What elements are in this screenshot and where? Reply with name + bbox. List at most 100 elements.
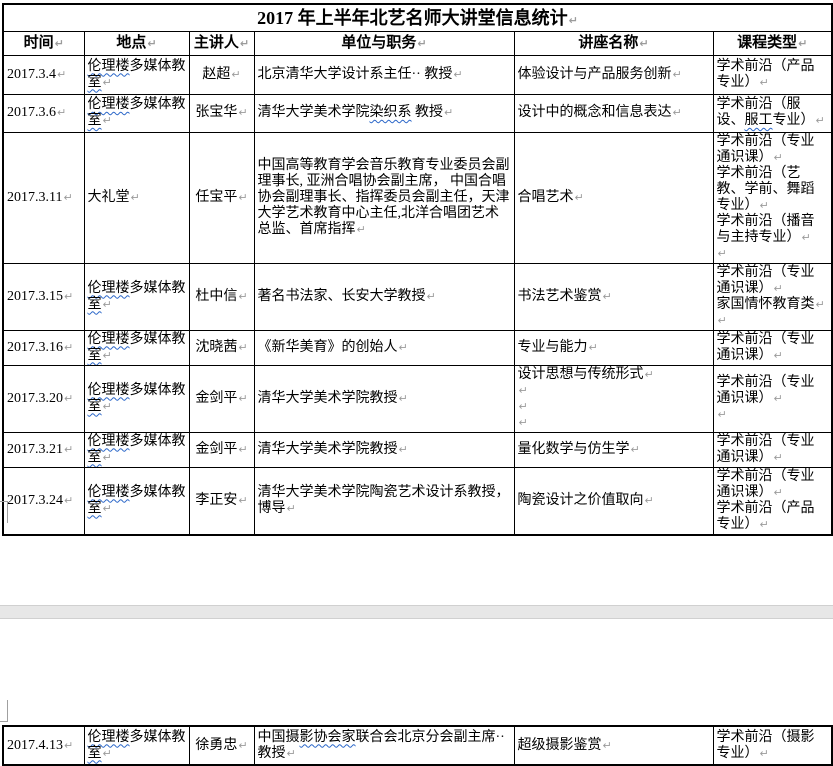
cell-location[interactable]: 伦理楼多媒体教室↵ bbox=[84, 55, 189, 94]
cell-lecture[interactable]: 书法艺术鉴赏↵ bbox=[514, 263, 713, 330]
paragraph-mark-icon: ↵ bbox=[773, 486, 783, 499]
cell-date[interactable]: 2017.3.15↵ bbox=[3, 263, 84, 330]
paragraph: 清华大学美术学院教授↵ bbox=[258, 442, 511, 458]
column-header[interactable]: 时间↵ bbox=[3, 31, 84, 55]
spellcheck-squiggle: 伦理楼 bbox=[88, 97, 130, 112]
cell-location[interactable]: 伦理楼多媒体教室↵ bbox=[84, 94, 189, 132]
column-header[interactable]: 地点↵ bbox=[84, 31, 189, 55]
page-break-separator bbox=[0, 605, 833, 619]
paragraph-mark-icon: ↵ bbox=[130, 191, 140, 204]
cell-course[interactable]: 学术前沿（专业通识课）↵ bbox=[713, 330, 832, 365]
cell-date[interactable]: 2017.3.20↵ bbox=[3, 365, 84, 432]
cell-speaker[interactable]: 李正安↵ bbox=[189, 467, 254, 535]
cell-unit[interactable]: 清华大学美术学院染织系 教授↵ bbox=[254, 94, 514, 132]
paragraph-mark-icon: ↵ bbox=[574, 191, 584, 204]
cell-speaker[interactable]: 徐勇忠↵ bbox=[189, 726, 254, 765]
paragraph-mark-icon: ↵ bbox=[773, 151, 783, 164]
column-header[interactable]: 单位与职务↵ bbox=[254, 31, 514, 55]
paragraph: 2017.3.21↵ bbox=[7, 442, 81, 458]
cell-date[interactable]: 2017.4.13↵ bbox=[3, 726, 84, 765]
column-header[interactable]: 课程类型↵ bbox=[713, 31, 832, 55]
paragraph-mark-icon: ↵ bbox=[815, 114, 825, 127]
cell-lecture[interactable]: 超级摄影鉴赏↵ bbox=[514, 726, 713, 765]
paragraph-mark-icon: ↵ bbox=[102, 747, 112, 760]
paragraph-mark-icon: ↵ bbox=[102, 114, 112, 127]
cell-unit[interactable]: 清华大学美术学院教授↵ bbox=[254, 365, 514, 432]
cell-speaker[interactable]: 杜中信↵ bbox=[189, 263, 254, 330]
cell-date[interactable]: 2017.3.4↵ bbox=[3, 55, 84, 94]
paragraph-mark-icon: ↵ bbox=[630, 443, 640, 456]
cell-date[interactable]: 2017.3.11↵ bbox=[3, 132, 84, 263]
paragraph: ↵ bbox=[518, 399, 710, 415]
cell-course[interactable]: 学术前沿（摄影专业）↵ bbox=[713, 726, 832, 765]
paragraph: 伦理楼多媒体教室↵ bbox=[88, 434, 186, 466]
paragraph-mark-icon: ↵ bbox=[230, 68, 240, 81]
paragraph: 2017.3.4↵ bbox=[7, 67, 81, 83]
paragraph: 学术前沿（专业通识课）↵ bbox=[717, 134, 829, 166]
cell-lecture[interactable]: 设计中的概念和信息表达↵ bbox=[514, 94, 713, 132]
paragraph: 著名书法家、长安大学教授↵ bbox=[258, 289, 511, 305]
paragraph-mark-icon: ↵ bbox=[237, 443, 247, 456]
cell-course[interactable]: 学术前沿（专业通识课）↵学术前沿（产品专业）↵ bbox=[713, 467, 832, 535]
cell-unit[interactable]: 中国高等教育学会音乐教育专业委员会副理事长, 亚洲合唱协会副主席， 中国合唱协会… bbox=[254, 132, 514, 263]
cell-lecture[interactable]: 体验设计与产品服务创新↵ bbox=[514, 55, 713, 94]
cell-course[interactable]: 学术前沿（服设、服工专业）↵ bbox=[713, 94, 832, 132]
cell-course[interactable]: 学术前沿（产品专业）↵ bbox=[713, 55, 832, 94]
cell-location[interactable]: 伦理楼多媒体教室↵ bbox=[84, 365, 189, 432]
document-title[interactable]: 2017 年上半年北艺名师大讲堂信息统计↵ bbox=[3, 4, 832, 31]
cell-speaker[interactable]: 任宝平↵ bbox=[189, 132, 254, 263]
cell-speaker[interactable]: 张宝华↵ bbox=[189, 94, 254, 132]
cell-speaker[interactable]: 沈晓茜↵ bbox=[189, 330, 254, 365]
cell-date[interactable]: 2017.3.24↵ bbox=[3, 467, 84, 535]
paragraph: 设计中的概念和信息表达↵ bbox=[518, 105, 710, 121]
paragraph: 2017.3.24↵ bbox=[7, 493, 81, 509]
cell-lecture[interactable]: 专业与能力↵ bbox=[514, 330, 713, 365]
cell-speaker[interactable]: 金剑平↵ bbox=[189, 365, 254, 432]
cell-date[interactable]: 2017.3.16↵ bbox=[3, 330, 84, 365]
cell-location[interactable]: 伦理楼多媒体教室↵ bbox=[84, 432, 189, 467]
cell-location[interactable]: 伦理楼多媒体教室↵ bbox=[84, 330, 189, 365]
cell-lecture[interactable]: 量化数学与仿生学↵ bbox=[514, 432, 713, 467]
cell-unit[interactable]: 清华大学美术学院教授↵ bbox=[254, 432, 514, 467]
cell-speaker[interactable]: 赵超↵ bbox=[189, 55, 254, 94]
cell-date[interactable]: 2017.3.21↵ bbox=[3, 432, 84, 467]
paragraph-mark-icon: ↵ bbox=[644, 368, 654, 381]
cell-unit[interactable]: 北京清华大学设计系主任·· 教授↵ bbox=[254, 55, 514, 94]
cell-course[interactable]: 学术前沿（专业通识课）↵家国情怀教育类↵↵ bbox=[713, 263, 832, 330]
paragraph: 学术前沿（播音与主持专业）↵ bbox=[717, 214, 829, 246]
cell-location[interactable]: 伦理楼多媒体教室↵ bbox=[84, 467, 189, 535]
paragraph-mark-icon: ↵ bbox=[63, 739, 73, 752]
paragraph: 设计思想与传统形式↵ bbox=[518, 367, 710, 383]
paragraph-mark-icon: ↵ bbox=[568, 14, 578, 27]
spellcheck-squiggle: 染织系 bbox=[370, 105, 412, 120]
paragraph: 金剑平↵ bbox=[193, 442, 251, 458]
cell-location[interactable]: 伦理楼多媒体教室↵ bbox=[84, 726, 189, 765]
cell-unit[interactable]: 清华大学美术学院陶瓷艺术设计系教授，博导↵ bbox=[254, 467, 514, 535]
column-header[interactable]: 讲座名称↵ bbox=[514, 31, 713, 55]
paragraph-mark-icon: ↵ bbox=[286, 502, 296, 515]
paragraph-mark-icon: ↵ bbox=[102, 451, 112, 464]
cell-unit[interactable]: 《新华美育》的创始人↵ bbox=[254, 330, 514, 365]
cell-course[interactable]: 学术前沿（专业通识课）↵↵ bbox=[713, 365, 832, 432]
column-header-label: 单位与职务 bbox=[341, 35, 416, 51]
column-header-label: 主讲人 bbox=[194, 35, 239, 51]
cell-lecture[interactable]: 设计思想与传统形式↵↵↵↵ bbox=[514, 365, 713, 432]
paragraph: 徐勇忠↵ bbox=[193, 738, 251, 754]
paragraph-mark-icon: ↵ bbox=[588, 341, 598, 354]
cell-location[interactable]: 伦理楼多媒体教室↵ bbox=[84, 263, 189, 330]
cell-course[interactable]: 学术前沿（专业通识课）↵ bbox=[713, 432, 832, 467]
paragraph-mark-icon: ↵ bbox=[146, 37, 156, 50]
cell-speaker[interactable]: 金剑平↵ bbox=[189, 432, 254, 467]
cell-unit[interactable]: 中国摄影协会家联合会北京分会副主席·· 教授↵ bbox=[254, 726, 514, 765]
cell-date[interactable]: 2017.3.6↵ bbox=[3, 94, 84, 132]
paragraph: 超级摄影鉴赏↵ bbox=[518, 738, 710, 754]
cell-lecture[interactable]: 陶瓷设计之价值取向↵ bbox=[514, 467, 713, 535]
cell-unit[interactable]: 著名书法家、长安大学教授↵ bbox=[254, 263, 514, 330]
cell-location[interactable]: 大礼堂↵ bbox=[84, 132, 189, 263]
table-row: 2017.3.20↵伦理楼多媒体教室↵金剑平↵清华大学美术学院教授↵设计思想与传… bbox=[3, 365, 832, 432]
cell-course[interactable]: 学术前沿（专业通识课）↵学术前沿（艺教、学前、舞蹈专业）↵学术前沿（播音与主持专… bbox=[713, 132, 832, 263]
cell-lecture[interactable]: 合唱艺术↵ bbox=[514, 132, 713, 263]
paragraph-mark-icon: ↵ bbox=[518, 384, 528, 397]
paragraph-mark-icon: ↵ bbox=[237, 290, 247, 303]
column-header[interactable]: 主讲人↵ bbox=[189, 31, 254, 55]
